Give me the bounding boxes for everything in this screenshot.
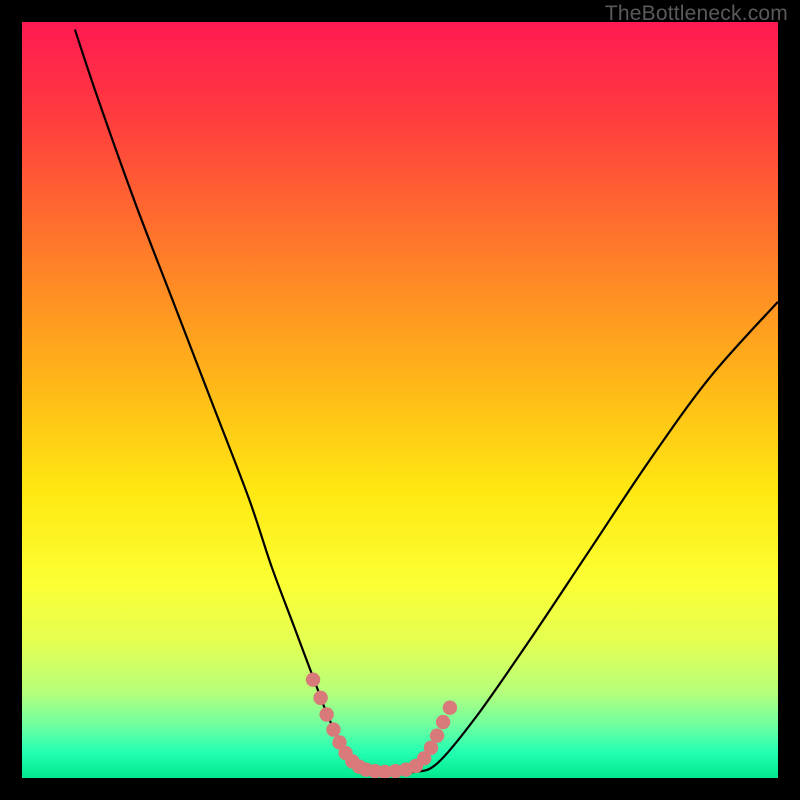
bottleneck-curve bbox=[75, 30, 778, 774]
optimal-marker bbox=[436, 715, 450, 729]
optimal-marker bbox=[430, 728, 444, 742]
chart-frame bbox=[22, 22, 778, 778]
optimal-marker bbox=[326, 722, 340, 736]
optimal-marker bbox=[319, 707, 333, 721]
optimal-marker bbox=[306, 673, 320, 687]
optimal-range-markers bbox=[306, 673, 457, 778]
curve-layer bbox=[22, 22, 778, 778]
optimal-marker bbox=[443, 700, 457, 714]
watermark-text: TheBottleneck.com bbox=[605, 2, 788, 26]
optimal-marker bbox=[313, 691, 327, 705]
